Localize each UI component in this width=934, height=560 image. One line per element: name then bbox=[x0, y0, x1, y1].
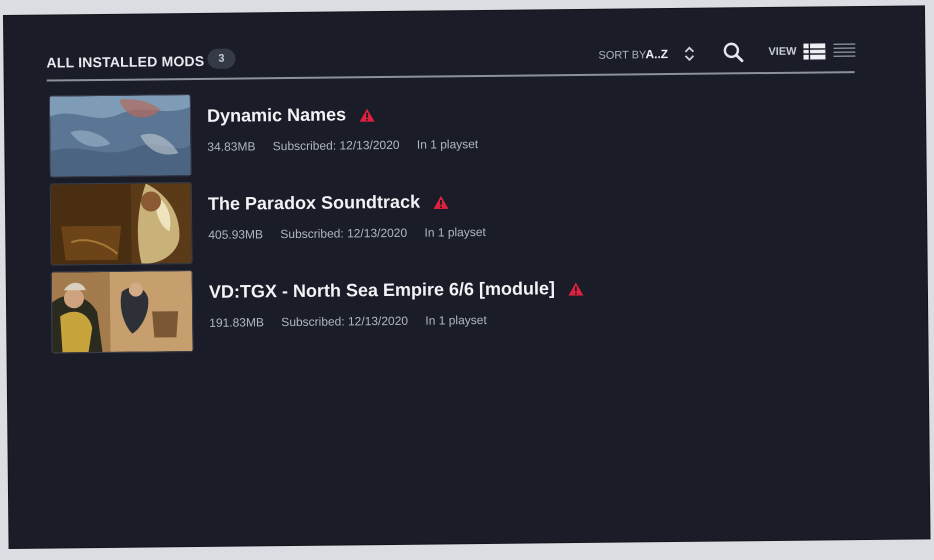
mod-count-badge: 3 bbox=[207, 48, 236, 69]
view-list-icon[interactable] bbox=[803, 42, 826, 60]
mod-subscribed-date: Subscribed: 12/13/2020 bbox=[280, 225, 408, 242]
search-icon[interactable] bbox=[722, 41, 744, 63]
mod-thumbnail-north-sea-empire[interactable] bbox=[50, 270, 194, 354]
screen: ALL INSTALLED MODS 3 SORT BY A..Z VIEW D… bbox=[0, 0, 934, 560]
mod-title[interactable]: The Paradox Soundtrack bbox=[208, 192, 420, 214]
mod-title[interactable]: Dynamic Names bbox=[207, 104, 346, 125]
sort-label: SORT BY bbox=[598, 49, 647, 62]
mod-subscribed-date: Subscribed: 12/13/2020 bbox=[281, 313, 409, 330]
sort-toggle-icon[interactable] bbox=[682, 44, 696, 64]
section-title: ALL INSTALLED MODS bbox=[46, 52, 205, 71]
mod-size: 34.83MB bbox=[207, 139, 256, 154]
mod-size: 191.83MB bbox=[209, 315, 264, 330]
mod-playset-count: In 1 playset bbox=[425, 312, 487, 328]
mod-title-row[interactable]: Dynamic Names bbox=[207, 104, 375, 127]
mod-title[interactable]: VD:TGX - North Sea Empire 6/6 [module] bbox=[209, 278, 555, 302]
mod-title-row[interactable]: The Paradox Soundtrack bbox=[208, 191, 449, 215]
mods-header: ALL INSTALLED MODS 3 SORT BY A..Z VIEW bbox=[46, 37, 856, 82]
warning-icon bbox=[359, 108, 375, 123]
warning-icon bbox=[433, 196, 449, 210]
mod-subscribed-date: Subscribed: 12/13/2020 bbox=[272, 137, 400, 154]
mod-playset-count: In 1 playset bbox=[424, 224, 486, 240]
mod-playset-count: In 1 playset bbox=[416, 137, 479, 152]
mod-row[interactable]: VD:TGX - North Sea Empire 6/6 [module] 1… bbox=[50, 264, 752, 359]
header-divider bbox=[46, 71, 855, 82]
mod-meta: 405.93MB Subscribed: 12/13/2020 In 1 pla… bbox=[208, 225, 500, 242]
mod-row[interactable]: Dynamic Names 34.83MB Subscribed: 12/13/… bbox=[48, 88, 750, 183]
warning-icon bbox=[568, 282, 584, 296]
mods-panel: ALL INSTALLED MODS 3 SORT BY A..Z VIEW D… bbox=[4, 6, 930, 548]
mod-row[interactable]: The Paradox Soundtrack 405.93MB Subscrib… bbox=[49, 176, 751, 271]
mod-thumbnail-paradox-soundtrack[interactable] bbox=[49, 182, 193, 266]
mod-thumbnail-dynamic-names[interactable] bbox=[48, 94, 192, 178]
mod-meta: 34.83MB Subscribed: 12/13/2020 In 1 play… bbox=[207, 137, 492, 154]
mod-title-row[interactable]: VD:TGX - North Sea Empire 6/6 [module] bbox=[209, 278, 584, 303]
mod-meta: 191.83MB Subscribed: 12/13/2020 In 1 pla… bbox=[209, 313, 501, 330]
mod-list: Dynamic Names 34.83MB Subscribed: 12/13/… bbox=[48, 88, 752, 359]
mod-size: 405.93MB bbox=[208, 227, 264, 242]
view-label: VIEW bbox=[768, 45, 797, 58]
sort-dropdown[interactable]: A..Z bbox=[645, 47, 668, 61]
view-compact-icon[interactable] bbox=[833, 42, 856, 60]
